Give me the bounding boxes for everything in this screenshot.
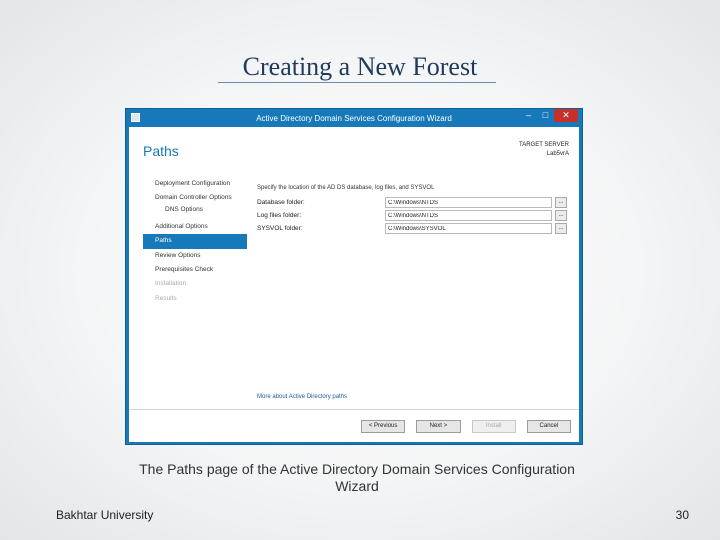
nav-item-domain-controller-options[interactable]: Domain Controller Options bbox=[143, 191, 247, 205]
page-number: 30 bbox=[675, 508, 689, 522]
next-button[interactable]: Next > bbox=[416, 420, 461, 433]
log-files-folder-row: Log files folder: ... bbox=[257, 210, 567, 223]
nav-item-deployment-configuration[interactable]: Deployment Configuration bbox=[143, 177, 247, 191]
paths-intro: Specify the location of the AD DS databa… bbox=[257, 185, 435, 191]
paths-content: Specify the location of the AD DS databa… bbox=[257, 185, 567, 236]
sysvol-folder-row: SYSVOL folder: ... bbox=[257, 223, 567, 236]
wizard-client-area: Paths TARGET SERVER Lab5vrA Deployment C… bbox=[129, 127, 579, 442]
log-files-folder-input[interactable] bbox=[385, 210, 552, 221]
app-icon bbox=[131, 113, 140, 122]
nav-item-dns-options[interactable]: DNS Options bbox=[143, 206, 247, 220]
wizard-footer: < Previous Next > Install Cancel bbox=[361, 420, 571, 434]
sysvol-folder-browse-button[interactable]: ... bbox=[555, 223, 567, 234]
university-name: Bakhtar University bbox=[56, 508, 154, 522]
nav-item-paths[interactable]: Paths bbox=[143, 234, 247, 249]
minimize-icon[interactable]: – bbox=[520, 109, 537, 122]
page-heading: Paths bbox=[143, 143, 179, 159]
sysvol-folder-input[interactable] bbox=[385, 223, 552, 234]
nav-item-additional-options[interactable]: Additional Options bbox=[143, 220, 247, 234]
wizard-nav: Deployment Configuration Domain Controll… bbox=[143, 177, 247, 306]
slide-caption: The Paths page of the Active Directory D… bbox=[139, 461, 575, 494]
nav-item-installation: Installation bbox=[155, 280, 187, 288]
database-folder-row: Database folder: ... bbox=[257, 197, 567, 210]
log-files-folder-label: Log files folder: bbox=[257, 212, 302, 219]
title-underline bbox=[218, 82, 496, 83]
database-folder-input[interactable] bbox=[385, 197, 552, 208]
slide-title: Creating a New Forest bbox=[242, 52, 478, 81]
nav-item-prerequisites-check[interactable]: Prerequisites Check bbox=[143, 263, 247, 277]
wizard-window: Active Directory Domain Services Configu… bbox=[125, 108, 583, 445]
target-server-label: TARGET SERVER bbox=[518, 142, 569, 148]
install-button: Install bbox=[471, 420, 516, 433]
nav-item-results: Results bbox=[155, 294, 177, 302]
database-folder-label: Database folder: bbox=[257, 199, 305, 206]
sysvol-folder-label: SYSVOL folder: bbox=[257, 225, 303, 232]
maximize-icon[interactable]: □ bbox=[537, 109, 554, 122]
nav-item-review-options[interactable]: Review Options bbox=[143, 249, 247, 263]
window-titlebar[interactable]: Active Directory Domain Services Configu… bbox=[126, 109, 582, 127]
target-server: TARGET SERVER Lab5vrA bbox=[519, 141, 569, 159]
window-controls: – □ ✕ bbox=[520, 109, 578, 123]
close-icon[interactable]: ✕ bbox=[554, 109, 578, 122]
previous-button[interactable]: < Previous bbox=[361, 420, 406, 433]
more-about-paths-link[interactable]: More about Active Directory paths bbox=[257, 394, 347, 400]
window-title: Active Directory Domain Services Configu… bbox=[256, 114, 452, 123]
footer-divider bbox=[129, 409, 579, 410]
target-server-name: Lab5vrA bbox=[546, 151, 569, 157]
database-folder-browse-button[interactable]: ... bbox=[555, 197, 567, 208]
log-files-folder-browse-button[interactable]: ... bbox=[555, 210, 567, 221]
cancel-button[interactable]: Cancel bbox=[526, 420, 571, 433]
